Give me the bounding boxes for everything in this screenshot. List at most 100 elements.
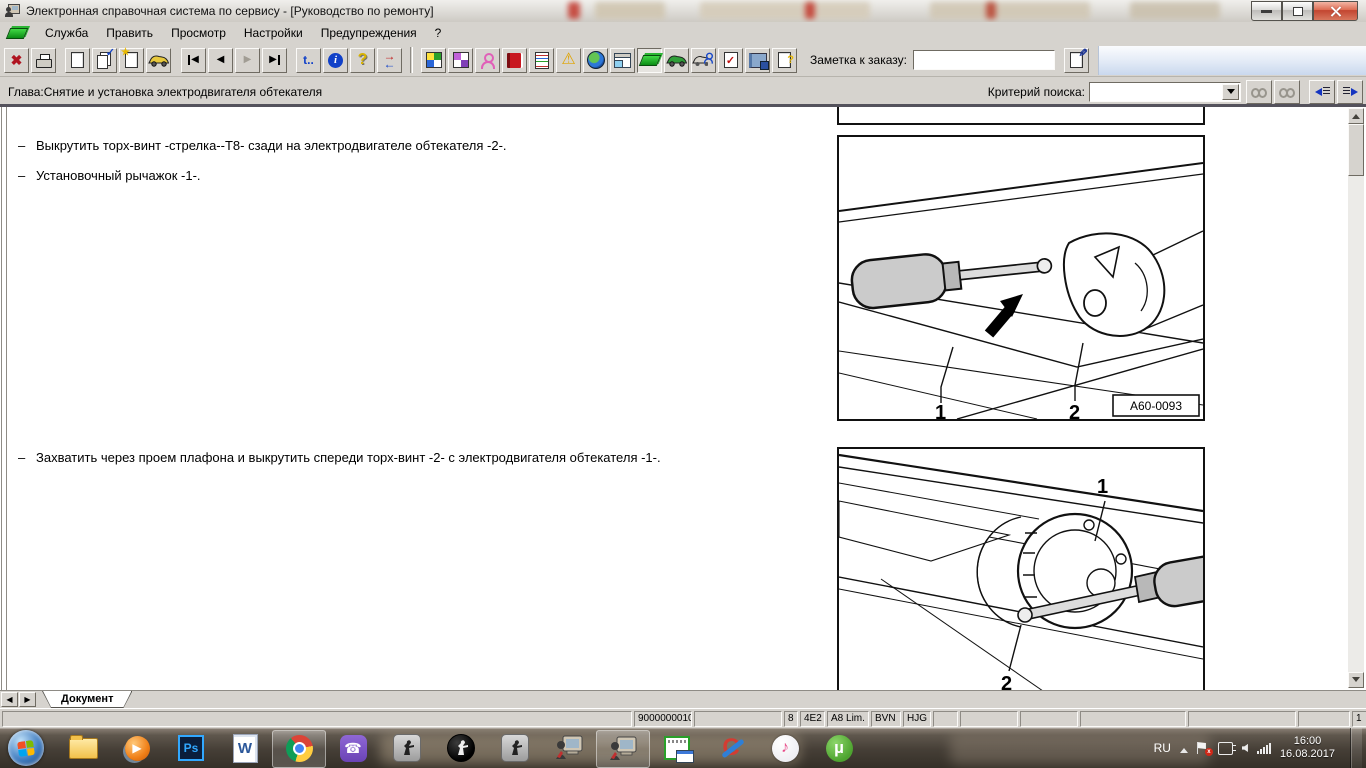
vertical-scrollbar[interactable] bbox=[1348, 108, 1364, 688]
tab-document[interactable]: Документ bbox=[43, 691, 131, 707]
license-icon bbox=[664, 736, 690, 760]
jump-back-button[interactable] bbox=[1309, 80, 1335, 104]
menu-settings[interactable]: Настройки bbox=[235, 24, 312, 42]
swap-arrows-button[interactable]: →← bbox=[377, 48, 402, 73]
counter-strike-icon bbox=[393, 734, 421, 762]
history-button[interactable]: t.. bbox=[296, 48, 321, 73]
new-document-button[interactable] bbox=[65, 48, 90, 73]
taskbar-counter-strike[interactable] bbox=[380, 728, 434, 768]
taskbar-photoshop[interactable]: Ps bbox=[164, 728, 218, 768]
last-record-button[interactable]: ▶ bbox=[262, 48, 287, 73]
checklist-button[interactable]: ✓ bbox=[718, 48, 743, 73]
taskbar-utorrent[interactable]: µ bbox=[812, 728, 866, 768]
window-title: Электронная справочная система по сервис… bbox=[26, 4, 434, 18]
warning-button[interactable]: ⚠ bbox=[556, 48, 581, 73]
parts-grid-button[interactable] bbox=[421, 48, 446, 73]
scrollbar-thumb[interactable] bbox=[1348, 124, 1364, 176]
elsa-book-button[interactable] bbox=[637, 48, 662, 73]
taskbar-word[interactable]: W bbox=[218, 728, 272, 768]
next-record-icon: ▶ bbox=[244, 55, 252, 65]
parts-grid-icon bbox=[426, 52, 442, 68]
order-note-button[interactable]: ✎ bbox=[1064, 48, 1089, 73]
background-icon-blur bbox=[805, 2, 815, 19]
copy-pages-icon: ✓ bbox=[97, 52, 112, 68]
green-car-button[interactable] bbox=[664, 48, 689, 73]
taskbar-media-player[interactable]: ▶ bbox=[110, 728, 164, 768]
show-desktop-button[interactable] bbox=[1350, 728, 1362, 768]
copy-pages-button[interactable]: ✓ bbox=[92, 48, 117, 73]
start-button[interactable] bbox=[8, 730, 44, 766]
menu-edit[interactable]: Править bbox=[97, 24, 162, 42]
tab-right-icon: ▶ bbox=[24, 696, 30, 704]
menu-help[interactable]: ? bbox=[426, 24, 451, 42]
document-help-icon: ? bbox=[778, 52, 791, 68]
help-button[interactable]: ? bbox=[350, 48, 375, 73]
combo-dropdown-button[interactable] bbox=[1222, 84, 1239, 100]
figure1-drawing: 1 2 A60-0093 bbox=[839, 137, 1203, 419]
status-bar: 9000000010 8 4E2 A8 Lim. BVN HJG 1 bbox=[0, 708, 1366, 728]
figure-a60-0093: 1 2 A60-0093 bbox=[837, 135, 1205, 421]
restore-button[interactable] bbox=[1282, 1, 1313, 21]
hidden-icons-button[interactable] bbox=[1180, 744, 1188, 753]
vehicle-button[interactable] bbox=[146, 48, 171, 73]
taskbar-viber[interactable]: ☎ bbox=[326, 728, 380, 768]
status-panel bbox=[960, 711, 1018, 727]
signal-icon[interactable] bbox=[1257, 743, 1271, 754]
menu-view[interactable]: Просмотр bbox=[162, 24, 235, 42]
language-indicator[interactable]: RU bbox=[1154, 741, 1171, 755]
car-service-button[interactable] bbox=[691, 48, 716, 73]
search-next-button[interactable] bbox=[1274, 80, 1300, 104]
taskbar-elsawin-active[interactable] bbox=[596, 730, 650, 768]
first-record-button[interactable]: ◀ bbox=[181, 48, 206, 73]
taskbar-counter-strike-3[interactable] bbox=[488, 728, 542, 768]
taskbar-ccleaner[interactable]: C bbox=[704, 728, 758, 768]
taskbar-chrome[interactable] bbox=[272, 730, 326, 768]
window-layout-icon bbox=[614, 53, 631, 68]
order-note-icon: ✎ bbox=[1070, 52, 1083, 68]
document-help-button[interactable]: ? bbox=[772, 48, 797, 73]
price-grid-button[interactable] bbox=[448, 48, 473, 73]
scroll-up-button[interactable] bbox=[1348, 108, 1364, 124]
previous-record-button[interactable]: ◀ bbox=[208, 48, 233, 73]
menu-warnings[interactable]: Предупреждения bbox=[312, 24, 426, 42]
search-criteria-combobox[interactable] bbox=[1089, 82, 1241, 102]
print-button[interactable] bbox=[31, 48, 56, 73]
scroll-down-button[interactable] bbox=[1348, 672, 1364, 688]
archive-button[interactable] bbox=[745, 48, 770, 73]
taskbar-explorer[interactable] bbox=[56, 728, 110, 768]
tab-scroll-left-button[interactable]: ◀ bbox=[1, 692, 18, 707]
close-button[interactable] bbox=[1313, 1, 1358, 21]
info-button[interactable]: i bbox=[323, 48, 348, 73]
exit-document-button[interactable]: ✖ bbox=[4, 48, 29, 73]
taskbar-counter-strike-2[interactable] bbox=[434, 728, 488, 768]
globe-button[interactable] bbox=[583, 48, 608, 73]
taskbar-elsawin[interactable] bbox=[542, 728, 596, 768]
taskbar-itunes[interactable]: ♪ bbox=[758, 728, 812, 768]
action-center-icon[interactable]: x bbox=[1197, 742, 1209, 754]
jump-forward-button[interactable] bbox=[1337, 80, 1363, 104]
warning-icon: ⚠ bbox=[561, 52, 575, 68]
next-record-button[interactable]: ▶ bbox=[235, 48, 260, 73]
order-note-input[interactable] bbox=[913, 50, 1055, 70]
document-list-button[interactable] bbox=[529, 48, 554, 73]
volume-icon[interactable] bbox=[1242, 744, 1248, 752]
viber-icon: ☎ bbox=[340, 735, 367, 762]
clock[interactable]: 16:00 16.08.2017 bbox=[1280, 735, 1335, 761]
window-layout-button[interactable] bbox=[610, 48, 635, 73]
taskbar-license-manager[interactable] bbox=[650, 728, 704, 768]
price-grid-icon bbox=[453, 52, 469, 68]
customer-button[interactable] bbox=[475, 48, 500, 73]
minimize-icon bbox=[1261, 10, 1272, 13]
callout-1: 1 bbox=[1097, 476, 1108, 498]
minimize-button[interactable] bbox=[1251, 1, 1282, 21]
network-icon[interactable] bbox=[1218, 742, 1233, 755]
menu-service[interactable]: Служба bbox=[36, 24, 97, 42]
history-icon: t.. bbox=[303, 54, 314, 66]
manual-button[interactable] bbox=[502, 48, 527, 73]
document-view[interactable]: – Выкрутить торх-винт -стрелка--Т8- сзад… bbox=[0, 106, 1366, 690]
new-note-button[interactable]: ★ bbox=[119, 48, 144, 73]
search-previous-button[interactable] bbox=[1246, 80, 1272, 104]
tab-scroll-right-button[interactable]: ▶ bbox=[19, 692, 36, 707]
order-note-label: Заметка к заказу: bbox=[810, 53, 907, 67]
menu-bar: Служба Править Просмотр Настройки Предуп… bbox=[0, 22, 1366, 45]
